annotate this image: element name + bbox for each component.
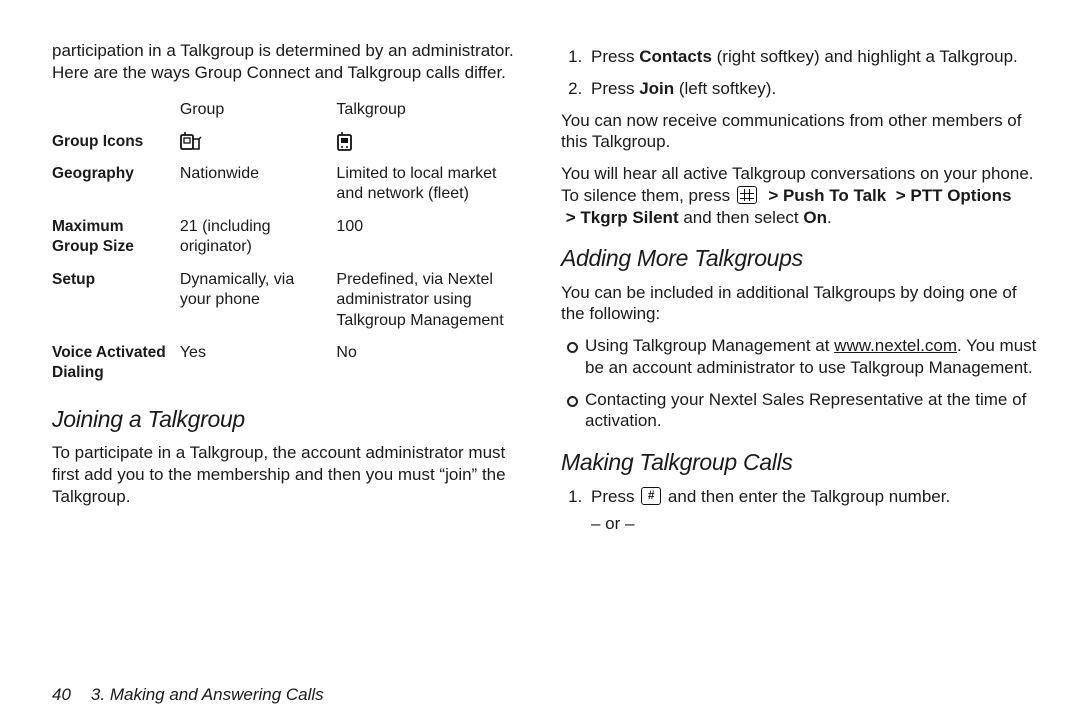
- table-header-row: Group Talkgroup: [52, 94, 531, 126]
- two-column-layout: participation in a Talkgroup is determin…: [52, 40, 1040, 668]
- page-number: 40: [52, 684, 71, 706]
- adding-bullets: Using Talkgroup Management at www.nextel…: [561, 335, 1040, 432]
- silence-tail-pre: and then select: [679, 208, 804, 227]
- group-connect-icon: [180, 132, 202, 152]
- cell-max-talk: 100: [336, 211, 531, 264]
- list-item: Contacting your Nextel Sales Representat…: [567, 389, 1040, 433]
- table-row: Setup Dynamically, via your phone Predef…: [52, 264, 531, 337]
- step2-post: (left softkey).: [674, 79, 776, 98]
- table-row: Group Icons: [52, 126, 531, 158]
- receive-paragraph: You can now receive communications from …: [561, 110, 1040, 154]
- joining-body: To participate in a Talkgroup, the accou…: [52, 442, 531, 507]
- cell-geography-talk: Limited to local market and network (fle…: [336, 158, 531, 211]
- step-2: Press Join (left softkey).: [587, 78, 1040, 100]
- chevron-right-icon: >: [561, 208, 580, 227]
- silence-ptt: Push To Talk: [783, 186, 886, 205]
- table-row: Geography Nationwide Limited to local ma…: [52, 158, 531, 211]
- silence-paragraph: You will hear all active Talkgroup conve…: [561, 163, 1040, 228]
- step1-bold: Contacts: [639, 47, 712, 66]
- left-column: participation in a Talkgroup is determin…: [52, 40, 531, 668]
- heading-making: Making Talkgroup Calls: [561, 448, 1040, 477]
- silence-on: On: [803, 208, 827, 227]
- nextel-link[interactable]: www.nextel.com: [834, 336, 957, 355]
- cell-setup-talk: Predefined, via Nextel administrator usi…: [336, 264, 531, 337]
- talkgroup-icon: [336, 132, 354, 152]
- step2-pre: Press: [591, 79, 639, 98]
- comparison-table: Group Talkgroup Group Icons: [52, 94, 531, 389]
- hash-key-icon: [641, 487, 661, 505]
- join-steps: Press Contacts (right softkey) and highl…: [561, 46, 1040, 100]
- silence-tkgrp: Tkgrp Silent: [580, 208, 678, 227]
- heading-adding: Adding More Talkgroups: [561, 244, 1040, 273]
- heading-joining: Joining a Talkgroup: [52, 405, 531, 434]
- silence-tail-post: .: [827, 208, 832, 227]
- list-item: Using Talkgroup Management at www.nextel…: [567, 335, 1040, 379]
- step-1: Press and then enter the Talkgroup numbe…: [587, 486, 1040, 536]
- col-header-group: Group: [180, 94, 337, 126]
- right-column: Press Contacts (right softkey) and highl…: [561, 40, 1040, 668]
- table-row: Voice Activated Dialing Yes No: [52, 337, 531, 389]
- row-label-setup: Setup: [52, 264, 180, 337]
- making-steps: Press and then enter the Talkgroup numbe…: [561, 486, 1040, 536]
- manual-page: participation in a Talkgroup is determin…: [0, 0, 1080, 720]
- col-header-talkgroup: Talkgroup: [336, 94, 531, 126]
- or-line: – or –: [591, 513, 1040, 535]
- row-label-geography: Geography: [52, 158, 180, 211]
- silence-ptt-options: PTT Options: [910, 186, 1011, 205]
- chapter-title: 3. Making and Answering Calls: [91, 684, 324, 706]
- cell-geography-group: Nationwide: [180, 158, 337, 211]
- chevron-right-icon: >: [891, 186, 910, 205]
- row-label-voice: Voice Activated Dialing: [52, 337, 180, 389]
- cell-setup-group: Dynamically, via your phone: [180, 264, 337, 337]
- page-footer: 40 3. Making and Answering Calls: [52, 668, 1040, 720]
- bullet1-pre: Using Talkgroup Management at: [585, 336, 834, 355]
- cell-voice-group: Yes: [180, 337, 337, 389]
- cell-max-group: 21 (including originator): [180, 211, 337, 264]
- row-label-max: Maximum Group Size: [52, 211, 180, 264]
- menu-key-icon: [737, 186, 757, 204]
- table-row: Maximum Group Size 21 (including origina…: [52, 211, 531, 264]
- making-s1-pre: Press: [591, 487, 639, 506]
- cell-talkgroup-icon: [336, 126, 531, 158]
- chevron-right-icon: >: [764, 186, 783, 205]
- adding-intro: You can be included in additional Talkgr…: [561, 282, 1040, 326]
- row-label-group-icons: Group Icons: [52, 126, 180, 158]
- making-s1-post: and then enter the Talkgroup number.: [663, 487, 950, 506]
- step-1: Press Contacts (right softkey) and highl…: [587, 46, 1040, 68]
- step2-bold: Join: [639, 79, 674, 98]
- step1-post: (right softkey) and highlight a Talkgrou…: [712, 47, 1018, 66]
- cell-group-icon: [180, 126, 337, 158]
- cell-voice-talk: No: [336, 337, 531, 389]
- intro-paragraph: participation in a Talkgroup is determin…: [52, 40, 531, 84]
- step1-pre: Press: [591, 47, 639, 66]
